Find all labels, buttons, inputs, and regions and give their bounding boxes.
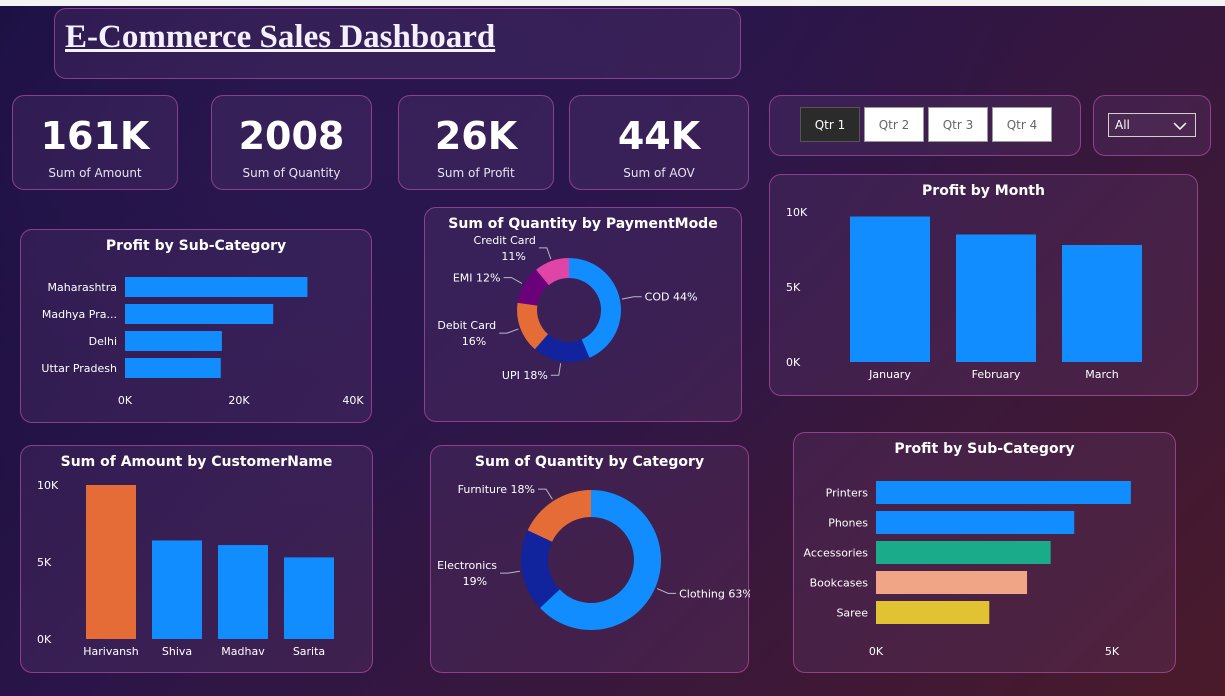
kpi-value: 26K: [434, 114, 518, 158]
amount-by-customer-chart: Sum of Amount by CustomerName 0K 5K 10K Har…: [20, 445, 373, 673]
donut-slice: [527, 490, 591, 542]
dashboard-title: E-Commerce Sales Dashboard: [65, 19, 496, 55]
slice-label: 19%: [463, 575, 487, 588]
bar: [86, 485, 136, 639]
bar: [876, 481, 1131, 504]
leader-line: [656, 588, 677, 594]
axis-tick-label: 40K: [342, 394, 364, 407]
kpi-card-aov: 44K Sum of AOV: [569, 95, 749, 190]
kpi-card-amount: 161K Sum of Amount: [12, 95, 178, 190]
axis-tick-label: 5K: [1105, 645, 1120, 658]
bar: [125, 358, 221, 378]
axis-tick-label: 5K: [37, 556, 52, 569]
chevron-down-icon: [1173, 122, 1187, 131]
category-label: March: [1085, 368, 1119, 381]
kpi-label: Sum of Quantity: [242, 166, 341, 180]
slice-label: EMI 12%: [453, 272, 501, 285]
axis-tick-label: 20K: [228, 394, 250, 407]
axis-tick-label: 10K: [37, 479, 59, 492]
category-label: Uttar Pradesh: [41, 362, 117, 375]
category-label: Printers: [826, 487, 869, 500]
bar: [876, 541, 1051, 564]
bar: [956, 234, 1036, 362]
category-label: February: [972, 368, 1021, 381]
leader-line: [621, 296, 642, 300]
kpi-label: Sum of AOV: [623, 166, 695, 180]
qtr-3-button[interactable]: Qtr 3: [928, 107, 988, 142]
slice-label: 16%: [462, 335, 486, 348]
category-label: Accessories: [804, 547, 869, 560]
bar: [125, 331, 222, 351]
category-label: Shiva: [162, 645, 192, 658]
leader-line: [499, 328, 519, 334]
slice-label: Clothing 63%: [679, 587, 750, 600]
slice-label: UPI 18%: [502, 369, 548, 382]
bar: [125, 277, 308, 297]
state-dropdown[interactable]: All: [1108, 113, 1196, 137]
category-label: January: [868, 368, 911, 381]
kpi-value: 2008: [238, 114, 345, 158]
chart-canvas: 0K 5K 10K January February March: [786, 206, 1142, 381]
bar: [850, 216, 930, 362]
bar: [125, 304, 274, 324]
quarter-slicer: Qtr 1 Qtr 2 Qtr 3 Qtr 4: [769, 95, 1081, 156]
qtr-4-button[interactable]: Qtr 4: [992, 107, 1052, 142]
chart-canvas: 0K 5K 10K Harivansh Shiva Madhav Sarita: [37, 479, 334, 658]
qtr-1-button[interactable]: Qtr 1: [800, 107, 860, 142]
axis-tick-label: 0K: [786, 356, 801, 369]
leader-line: [503, 277, 523, 284]
bar: [284, 557, 334, 639]
state-dropdown-panel: All: [1093, 95, 1211, 156]
bar: [876, 511, 1075, 534]
kpi-label: Sum of Profit: [437, 166, 515, 180]
category-label: Delhi: [89, 335, 117, 348]
slice-label: 11%: [501, 250, 525, 263]
chart-canvas: Maharashtra Madhya Pra... Delhi Uttar Prade…: [41, 277, 364, 407]
chart-canvas: Printers Phones Accessories Bookcases Saree 0…: [804, 481, 1131, 658]
category-label: Sarita: [293, 645, 325, 658]
slice-label: Credit Card: [474, 234, 536, 247]
bar: [152, 540, 202, 639]
bar: [1062, 245, 1142, 362]
chart-canvas: Clothing 63% Electronics 19% Furniture 18%: [437, 483, 750, 630]
category-label: Saree: [836, 607, 868, 620]
category-label: Harivansh: [83, 645, 139, 658]
bar: [876, 601, 990, 624]
kpi-value: 161K: [40, 114, 150, 158]
leader-line: [538, 247, 552, 260]
slice-label: COD 44%: [645, 291, 698, 304]
slice-label: Debit Card: [437, 319, 496, 332]
quantity-by-payment-chart: Sum of Quantity by PaymentMode COD 44% UP…: [424, 207, 742, 422]
ribbon-strip: [0, 0, 1225, 6]
slice-label: Electronics: [437, 559, 497, 572]
leader-line: [537, 488, 553, 500]
axis-tick-label: 0K: [37, 633, 52, 646]
dropdown-value: All: [1115, 118, 1130, 132]
bar: [876, 571, 1028, 594]
title-panel: E-Commerce Sales Dashboard: [54, 8, 741, 79]
profit-by-month-chart: Profit by Month 0K 5K 10K January February Ma…: [769, 174, 1198, 396]
qtr-2-button[interactable]: Qtr 2: [864, 107, 924, 142]
category-label: Madhya Pra...: [42, 308, 117, 321]
kpi-label: Sum of Amount: [48, 166, 142, 180]
profit-by-state-chart: Profit by Sub-Category Maharashtra Madhya…: [20, 229, 372, 423]
leader-line: [500, 570, 520, 574]
profit-by-subcategory-chart: Profit by Sub-Category Printers Phones Acc…: [793, 432, 1176, 673]
bar: [218, 545, 268, 639]
category-label: Bookcases: [810, 577, 869, 590]
axis-tick-label: 10K: [786, 206, 808, 219]
kpi-card-profit: 26K Sum of Profit: [398, 95, 554, 190]
chart-canvas: COD 44% UPI 18% Debit Card 16% EMI 12% Credit…: [437, 234, 698, 382]
axis-tick-label: 0K: [118, 394, 133, 407]
category-label: Madhav: [221, 645, 265, 658]
quantity-by-category-chart: Sum of Quantity by Category Clothing 63%…: [430, 445, 750, 673]
kpi-card-quantity: 2008 Sum of Quantity: [211, 95, 372, 190]
leader-line: [550, 363, 562, 376]
category-label: Phones: [828, 517, 868, 530]
axis-tick-label: 5K: [786, 281, 801, 294]
kpi-value: 44K: [617, 114, 701, 158]
slice-label: Furniture 18%: [458, 483, 535, 496]
axis-tick-label: 0K: [869, 645, 884, 658]
category-label: Maharashtra: [48, 281, 118, 294]
